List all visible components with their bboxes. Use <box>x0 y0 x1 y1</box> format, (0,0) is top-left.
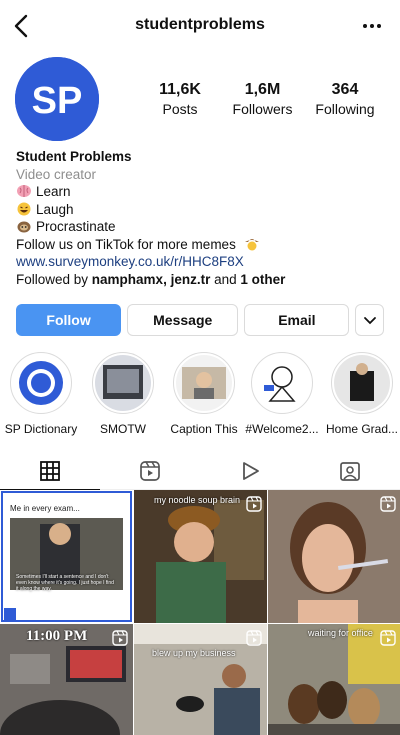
highlight-sp-dictionary[interactable]: SP Dictionary <box>3 352 79 436</box>
highlight-label: Caption This <box>170 422 238 436</box>
highlight-thumb <box>13 355 69 411</box>
following-count: 364 <box>331 81 359 98</box>
display-name: Student Problems <box>16 149 132 164</box>
grid-post-4[interactable]: 11:00 PM <box>0 624 133 735</box>
bio-tiktok-line: Follow us on TikTok for more memes <box>16 236 386 254</box>
reel-icon <box>380 630 396 646</box>
posts-label: Posts <box>162 101 198 117</box>
cowboy-face-icon <box>244 238 259 250</box>
posts-count: 11,6K <box>159 81 201 98</box>
reels-icon <box>140 461 160 481</box>
avatar[interactable]: SP <box>15 57 99 141</box>
tab-videos[interactable] <box>200 452 300 490</box>
grid-post-1[interactable]: Me in every exam... Sometimes I'll start… <box>0 490 133 623</box>
highlight-home-grad[interactable]: Home Grad... <box>324 352 400 436</box>
reel-icon <box>112 630 128 646</box>
post-caption: Me in every exam... <box>10 504 80 513</box>
message-button[interactable]: Message <box>127 304 239 336</box>
profile-tabs <box>0 452 400 490</box>
highlight-thumb <box>334 355 390 411</box>
profile-bio: Student Problems Video creator Learn Lau… <box>16 148 386 288</box>
highlight-smotw[interactable]: SMOTW <box>85 352 161 436</box>
followers-label: Followers <box>232 101 293 117</box>
posts-grid: Me in every exam... Sometimes I'll start… <box>0 490 400 735</box>
followed-by-prefix: Followed by <box>16 271 92 287</box>
laughing-face-icon <box>17 202 31 215</box>
more-options-icon[interactable] <box>360 16 384 36</box>
reel-icon <box>380 496 396 512</box>
highlight-label: #Welcome2... <box>245 422 319 436</box>
grid-post-5[interactable]: blew up my business <box>134 624 267 735</box>
post-caption: 11:00 PM <box>26 628 88 644</box>
bio-line-learn: Learn <box>16 183 386 201</box>
tiktok-text: Follow us on TikTok for more memes <box>16 236 236 252</box>
profile-actions: Follow Message Email <box>16 304 384 336</box>
highlight-label: SMOTW <box>100 422 146 436</box>
followed-by-users: namphamx, jenz.tr <box>91 271 211 287</box>
suggested-dropdown-button[interactable] <box>355 304 384 336</box>
follow-button[interactable]: Follow <box>16 304 122 336</box>
profile-username: studentproblems <box>135 16 265 33</box>
following-label: Following <box>315 101 375 117</box>
profile-link[interactable]: www.surveymonkey.co.uk/r/HHC8F8X <box>16 253 386 271</box>
tab-reels[interactable] <box>100 452 200 490</box>
highlight-thumb <box>176 355 232 411</box>
bio-line-laugh: Laugh <box>16 201 386 219</box>
grid-post-3[interactable] <box>268 490 400 623</box>
sloth-icon <box>17 221 31 233</box>
chevron-down-icon <box>363 317 376 325</box>
tab-tagged[interactable] <box>300 452 400 490</box>
post-caption: my noodle soup brain <box>154 495 241 505</box>
post-subtitle: Sometimes I'll start a sentence and I do… <box>16 574 114 592</box>
following-stat[interactable]: 364 Following <box>305 81 385 119</box>
highlight-thumb <box>95 355 151 411</box>
bio-laugh-text: Laugh <box>36 201 74 217</box>
bio-line-procrastinate: Procrastinate <box>16 218 386 236</box>
play-icon <box>243 462 259 480</box>
highlight-label: Home Grad... <box>325 422 399 436</box>
bio-learn-text: Learn <box>36 184 71 199</box>
avatar-text: SP <box>32 80 83 122</box>
followers-stat[interactable]: 1,6M Followers <box>223 81 303 119</box>
grid-post-2[interactable]: my noodle soup brain <box>134 490 267 623</box>
followed-by-other: 1 other <box>240 271 286 287</box>
reel-icon <box>246 630 262 646</box>
highlight-thumb <box>254 355 310 411</box>
profile-stats: 11,6K Posts 1,6M Followers 364 Following <box>140 81 385 119</box>
brain-icon <box>17 185 31 197</box>
followers-count: 1,6M <box>244 81 281 98</box>
followed-by-and: and <box>210 271 241 287</box>
grid-icon <box>40 460 60 481</box>
bio-procrastinate-text: Procrastinate <box>36 219 116 234</box>
email-button[interactable]: Email <box>244 304 350 336</box>
posts-stat[interactable]: 11,6K Posts <box>140 81 220 119</box>
tab-posts[interactable] <box>0 452 100 490</box>
post-caption: waiting for office <box>308 628 373 638</box>
tagged-icon <box>340 462 360 481</box>
followed-by[interactable]: Followed by namphamx, jenz.tr and 1 othe… <box>16 271 386 289</box>
post-caption: blew up my business <box>152 648 236 658</box>
grid-post-6[interactable]: waiting for office <box>268 624 400 735</box>
highlight-label: SP Dictionary <box>4 422 78 436</box>
story-highlights: SP Dictionary SMOTW Caption This #Welcom… <box>0 352 400 442</box>
highlight-caption-this[interactable]: Caption This <box>166 352 242 436</box>
profile-category: Video creator <box>16 166 97 182</box>
highlight-welcome[interactable]: #Welcome2... <box>244 352 320 436</box>
reel-icon <box>246 496 262 512</box>
top-bar: studentproblems <box>0 0 400 52</box>
